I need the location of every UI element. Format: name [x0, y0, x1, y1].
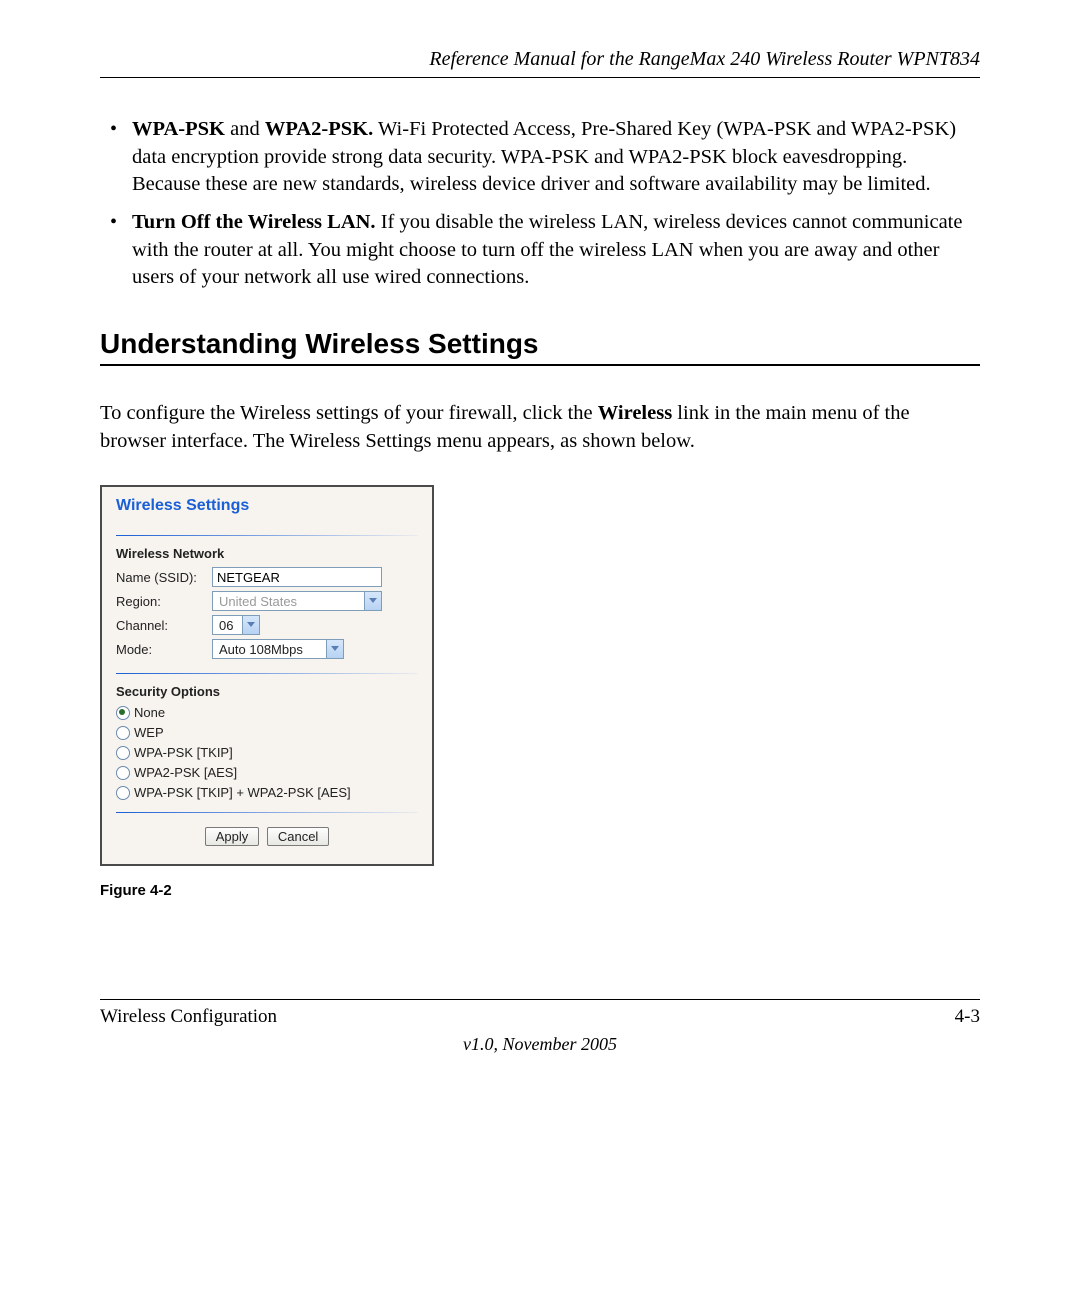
channel-value: 06 — [213, 618, 239, 633]
region-label: Region: — [116, 594, 212, 609]
radio-label: WPA-PSK [TKIP] — [134, 745, 233, 760]
chevron-down-icon — [364, 592, 381, 610]
radio-icon — [116, 786, 130, 800]
wireless-settings-panel: Wireless Settings Wireless Network Name … — [100, 485, 434, 866]
ssid-label: Name (SSID): — [116, 570, 212, 585]
apply-button[interactable]: Apply — [205, 827, 260, 846]
region-value: United States — [213, 594, 303, 609]
field-row-mode: Mode: Auto 108Mbps — [116, 639, 418, 659]
security-option-wep[interactable]: WEP — [116, 725, 418, 740]
security-option-wpa2-psk[interactable]: WPA2-PSK [AES] — [116, 765, 418, 780]
section-heading: Understanding Wireless Settings — [100, 328, 980, 360]
chevron-down-icon — [326, 640, 343, 658]
panel-title: Wireless Settings — [116, 497, 418, 515]
radio-icon — [116, 766, 130, 780]
bullet-text: and — [225, 118, 265, 140]
mode-label: Mode: — [116, 642, 212, 657]
channel-select[interactable]: 06 — [212, 615, 260, 635]
mode-select[interactable]: Auto 108Mbps — [212, 639, 344, 659]
radio-label: WPA-PSK [TKIP] + WPA2-PSK [AES] — [134, 785, 351, 800]
section-rule — [100, 364, 980, 366]
field-row-channel: Channel: 06 — [116, 615, 418, 635]
security-options-header: Security Options — [116, 684, 418, 699]
mode-value: Auto 108Mbps — [213, 642, 309, 657]
chevron-down-icon — [242, 616, 259, 634]
intro-paragraph: To configure the Wireless settings of yo… — [100, 400, 980, 455]
figure-caption: Figure 4-2 — [100, 882, 980, 899]
bullet-bold: WPA2-PSK. — [265, 118, 373, 140]
security-option-none[interactable]: None — [116, 705, 418, 720]
radio-label: WPA2-PSK [AES] — [134, 765, 237, 780]
ssid-input[interactable] — [212, 567, 382, 587]
panel-rule — [116, 673, 418, 674]
radio-label: WEP — [134, 725, 164, 740]
radio-icon — [116, 706, 130, 720]
bullet-item: Turn Off the Wireless LAN. If you disabl… — [128, 209, 980, 292]
intro-bold: Wireless — [598, 402, 672, 424]
field-row-region: Region: United States — [116, 591, 418, 611]
cancel-button[interactable]: Cancel — [267, 827, 329, 846]
panel-rule — [116, 812, 418, 813]
page-header: Reference Manual for the RangeMax 240 Wi… — [100, 48, 980, 78]
radio-icon — [116, 726, 130, 740]
bullet-list: WPA-PSK and WPA2-PSK. Wi-Fi Protected Ac… — [100, 116, 980, 292]
intro-text: To configure the Wireless settings of yo… — [100, 402, 598, 424]
radio-icon — [116, 746, 130, 760]
field-row-ssid: Name (SSID): — [116, 567, 418, 587]
panel-rule — [116, 535, 418, 536]
region-select[interactable]: United States — [212, 591, 382, 611]
footer-page-number: 4-3 — [955, 1006, 980, 1028]
footer-version: v1.0, November 2005 — [100, 1034, 980, 1055]
channel-label: Channel: — [116, 618, 212, 633]
bullet-bold: Turn Off the Wireless LAN. — [132, 211, 376, 233]
footer-rule — [100, 999, 980, 1000]
security-option-wpa-wpa2[interactable]: WPA-PSK [TKIP] + WPA2-PSK [AES] — [116, 785, 418, 800]
footer-row: Wireless Configuration 4-3 — [100, 1006, 980, 1028]
button-row: Apply Cancel — [116, 827, 418, 846]
security-option-wpa-psk[interactable]: WPA-PSK [TKIP] — [116, 745, 418, 760]
footer-left: Wireless Configuration — [100, 1006, 277, 1028]
wireless-network-header: Wireless Network — [116, 546, 418, 561]
bullet-item: WPA-PSK and WPA2-PSK. Wi-Fi Protected Ac… — [128, 116, 980, 199]
bullet-bold: WPA-PSK — [132, 118, 225, 140]
radio-label: None — [134, 705, 165, 720]
